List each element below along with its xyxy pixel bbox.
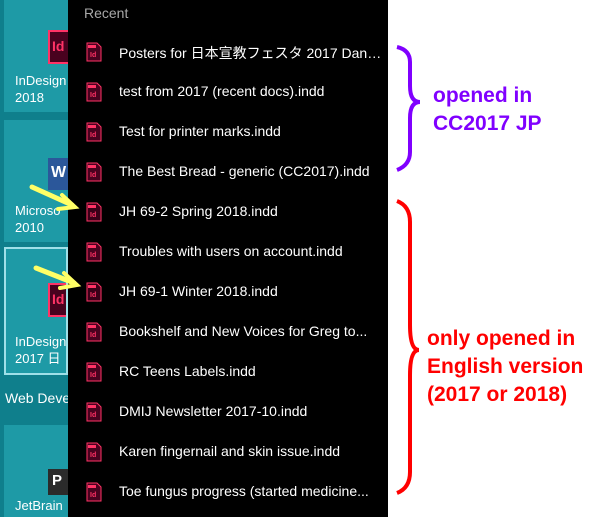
annotation-only-english-version: only opened in English version (2017 or … — [427, 327, 584, 406]
annotation-opened-cc2017-jp: opened in CC2017 JP — [433, 84, 542, 135]
annotation-overlay — [29, 45, 421, 495]
yellow-arrow-icon — [33, 265, 82, 290]
red-brace — [396, 199, 420, 495]
purple-brace — [396, 45, 421, 172]
yellow-arrow-icon — [29, 184, 80, 211]
